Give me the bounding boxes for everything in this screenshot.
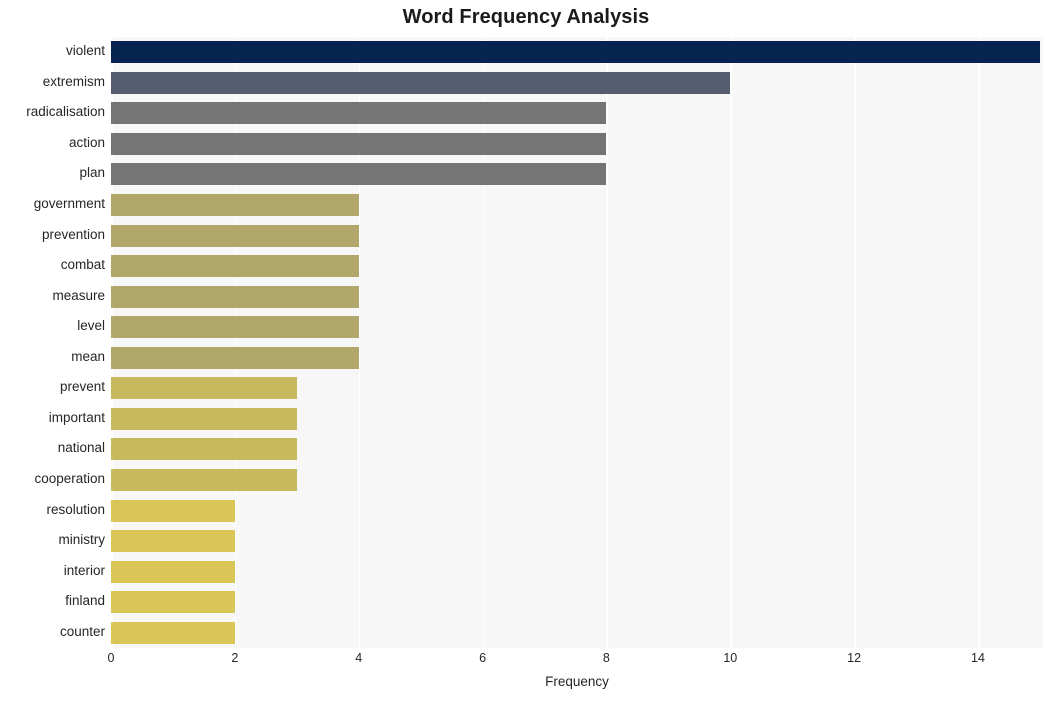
bar[interactable] <box>111 346 359 369</box>
y-axis-tick-label: level <box>77 318 105 334</box>
bar[interactable] <box>111 468 297 491</box>
x-axis-tick-label: 10 <box>723 651 738 665</box>
x-axis-tick-label: 14 <box>971 651 985 665</box>
x-axis-tick-label: 0 <box>107 651 115 665</box>
x-axis-tick-label: 12 <box>847 651 862 665</box>
y-axis-tick-label: plan <box>79 165 105 181</box>
y-axis-tick-label: mean <box>71 348 105 364</box>
bars-container <box>111 37 1043 648</box>
bar[interactable] <box>111 407 297 430</box>
bar[interactable] <box>111 316 359 339</box>
bar[interactable] <box>111 438 297 461</box>
bar[interactable] <box>111 224 359 247</box>
bar[interactable] <box>111 530 235 553</box>
bar[interactable] <box>111 194 359 217</box>
x-axis-title: Frequency <box>545 674 609 689</box>
y-axis-tick-label: cooperation <box>34 470 105 486</box>
y-axis-tick-label: violent <box>65 43 105 59</box>
x-axis-tick-label: 8 <box>602 651 610 665</box>
y-axis-tick-label: measure <box>52 287 105 303</box>
y-axis-tick-label: prevention <box>41 226 105 242</box>
y-axis-tick-label: interior <box>63 562 105 578</box>
chart-title: Word Frequency Analysis <box>402 6 650 28</box>
bar[interactable] <box>111 560 235 583</box>
bar[interactable] <box>111 499 235 522</box>
y-axis-tick-label: radicalisation <box>26 104 105 120</box>
x-axis-tick-label: 2 <box>231 651 239 665</box>
x-axis-tick-labels: 0 2 4 6 8 10 12 14 <box>0 651 1052 673</box>
bar[interactable] <box>111 41 1040 64</box>
y-axis-tick-label: ministry <box>58 532 106 548</box>
bar[interactable] <box>111 102 607 125</box>
y-axis-tick-label: national <box>57 440 105 456</box>
y-axis-tick-label: combat <box>60 257 105 273</box>
y-axis-tick-label: extremism <box>42 73 105 89</box>
x-axis-tick-label: 6 <box>479 651 487 665</box>
plot-area <box>111 37 1043 648</box>
x-axis-tick-label: 4 <box>355 651 363 665</box>
word-frequency-chart-figure: Word Frequency Analysis violent extremism… <box>0 0 1052 701</box>
y-axis-tick-label: counter <box>59 623 105 639</box>
y-axis-tick-label: government <box>33 196 105 212</box>
bar[interactable] <box>111 132 607 155</box>
y-axis-tick-label: resolution <box>46 501 105 517</box>
y-axis-tick-label: action <box>68 134 105 150</box>
y-axis-tick-label: finland <box>65 593 105 609</box>
bar[interactable] <box>111 285 359 308</box>
y-axis-tick-label: important <box>48 409 105 425</box>
y-axis-tick-label: prevent <box>59 379 105 395</box>
bar[interactable] <box>111 621 235 644</box>
bar[interactable] <box>111 71 731 94</box>
y-axis-tick-labels: violent extremism radicalisation action plan… <box>0 37 105 648</box>
bar[interactable] <box>111 591 235 614</box>
bar[interactable] <box>111 163 607 186</box>
bar[interactable] <box>111 377 297 400</box>
bar[interactable] <box>111 255 359 278</box>
